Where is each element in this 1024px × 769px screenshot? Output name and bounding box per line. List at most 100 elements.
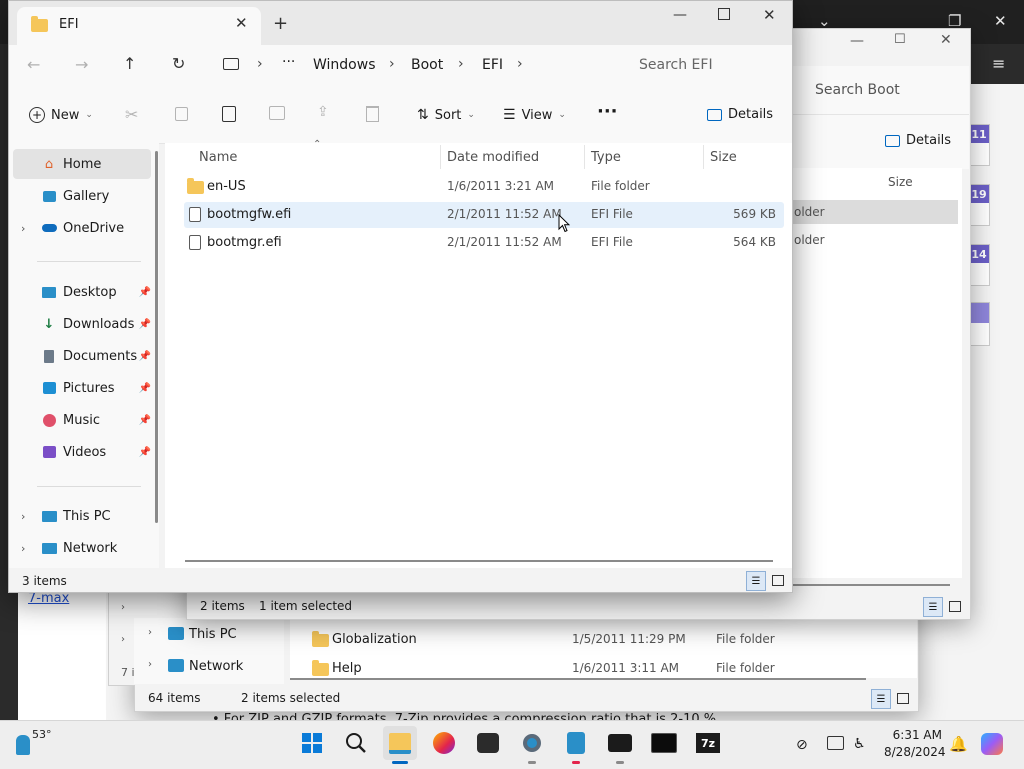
new-button[interactable]: + New ⌄ <box>29 107 93 123</box>
nav-item-this-pc[interactable]: › This PC <box>13 501 151 531</box>
taskbar-firefox[interactable] <box>427 726 461 760</box>
close-icon[interactable]: ✕ <box>994 12 1007 30</box>
back-icon[interactable]: ← <box>27 55 40 74</box>
vertical-scrollbar[interactable] <box>155 151 158 523</box>
overflow-icon[interactable]: ··· <box>282 54 295 70</box>
taskbar-notepad[interactable] <box>559 726 593 760</box>
horizontal-scrollbar[interactable] <box>290 678 866 680</box>
tiles-view-button[interactable] <box>894 689 912 707</box>
chevron-right-icon[interactable]: › <box>121 634 125 645</box>
nav-item-downloads[interactable]: ↓ Downloads 📌 <box>13 309 151 339</box>
breadcrumb-boot[interactable]: Boot <box>411 57 443 73</box>
taskbar-settings[interactable] <box>515 726 549 760</box>
file-name[interactable]: Help <box>332 661 362 676</box>
search-input[interactable]: Search EFI <box>629 49 785 83</box>
view-button[interactable]: ☰ View ⌄ <box>503 107 566 123</box>
tiles-view-button[interactable] <box>769 571 787 589</box>
table-row[interactable]: bootmgr.efi 2/1/2011 11:52 AM EFI File 5… <box>184 230 784 256</box>
column-name[interactable]: Name <box>199 150 237 165</box>
page-link[interactable]: 7-max <box>28 591 69 606</box>
accessibility-icon[interactable]: ♿ <box>853 736 866 752</box>
maximize-icon[interactable]: ☐ <box>894 32 906 47</box>
chevron-right-icon[interactable]: › <box>389 56 395 72</box>
badge: 19 <box>969 185 989 203</box>
details-pane-button[interactable]: Details <box>707 107 773 122</box>
nav-item-network[interactable]: › Network <box>13 533 151 563</box>
minimize-icon[interactable]: — <box>673 7 687 23</box>
chevron-right-icon[interactable]: › <box>21 222 25 235</box>
tab-efi[interactable]: EFI ✕ <box>17 7 261 45</box>
refresh-icon[interactable]: ↻ <box>172 54 185 73</box>
chevron-right-icon[interactable]: › <box>517 56 523 72</box>
up-icon[interactable]: ↑ <box>123 54 136 73</box>
forward-icon[interactable]: → <box>75 55 88 74</box>
nav-item-music[interactable]: Music 📌 <box>13 405 151 435</box>
breadcrumb-windows[interactable]: Windows <box>313 57 376 73</box>
file-name: en-US <box>207 179 246 194</box>
weather-temp[interactable]: 53° <box>32 728 52 741</box>
new-tab-icon[interactable]: + <box>273 13 288 34</box>
network-off-icon[interactable]: ⊘ <box>796 737 808 753</box>
taskbar-7zip[interactable]: 7z <box>691 726 725 760</box>
close-icon[interactable]: ✕ <box>940 32 952 48</box>
close-icon[interactable]: ✕ <box>763 6 776 24</box>
nav-item-gallery[interactable]: Gallery <box>13 181 151 211</box>
nav-item-videos[interactable]: Videos 📌 <box>13 437 151 467</box>
share-icon[interactable]: ⇪ <box>317 104 329 120</box>
breadcrumb-efi[interactable]: EFI <box>482 57 503 73</box>
details-view-button[interactable]: ☰ <box>923 597 943 617</box>
details-view-button[interactable]: ☰ <box>746 571 766 591</box>
column-date[interactable]: Date modified <box>447 150 539 165</box>
more-icon[interactable]: ··· <box>597 101 618 122</box>
minimize-icon[interactable]: — <box>850 33 864 49</box>
horizontal-scrollbar[interactable] <box>185 560 773 562</box>
nav-item-this-pc[interactable]: This PC <box>189 627 237 642</box>
table-row[interactable]: en-US 1/6/2011 3:21 AM File folder <box>184 174 784 200</box>
monitor-icon[interactable] <box>223 58 239 70</box>
chevron-right-icon[interactable]: › <box>21 510 25 523</box>
nav-item-pictures[interactable]: Pictures 📌 <box>13 373 151 403</box>
cut-icon[interactable]: ✂ <box>125 105 138 124</box>
bell-icon[interactable]: 🔔 <box>949 735 968 753</box>
nav-item-documents[interactable]: Documents 📌 <box>13 341 151 371</box>
chevron-right-icon[interactable]: › <box>148 659 152 670</box>
clock-date[interactable]: 8/28/2024 <box>884 745 946 759</box>
search-button[interactable] <box>339 726 373 760</box>
weather-icon[interactable] <box>16 735 30 755</box>
horizontal-scrollbar[interactable] <box>792 584 950 586</box>
column-size[interactable]: Size <box>710 150 737 165</box>
taskbar-command-prompt[interactable] <box>647 726 681 760</box>
taskbar-terminal[interactable] <box>603 726 637 760</box>
chevron-right-icon[interactable]: › <box>148 627 152 638</box>
chevron-right-icon[interactable]: › <box>458 56 464 72</box>
details-view-button[interactable]: ☰ <box>871 689 891 709</box>
delete-icon[interactable] <box>366 106 379 122</box>
clock-time[interactable]: 6:31 AM <box>886 728 942 742</box>
start-button[interactable] <box>295 726 329 760</box>
chevron-right-icon[interactable]: › <box>21 542 25 555</box>
details-pane-button[interactable]: Details <box>885 133 951 148</box>
close-tab-icon[interactable]: ✕ <box>235 14 248 32</box>
menu-icon[interactable]: ≡ <box>992 54 1005 73</box>
copy-icon[interactable] <box>175 107 188 121</box>
chevron-right-icon[interactable]: › <box>121 602 125 613</box>
column-type[interactable]: Type <box>591 150 621 165</box>
search-input[interactable]: Search Boot <box>815 82 900 98</box>
column-size[interactable]: Size <box>888 175 913 189</box>
nav-item-home[interactable]: ⌂ Home <box>13 149 151 179</box>
tiles-view-button[interactable] <box>946 597 964 615</box>
taskbar-file-explorer[interactable] <box>383 726 417 760</box>
nav-item-onedrive[interactable]: › OneDrive <box>13 213 151 243</box>
paste-icon[interactable] <box>222 106 236 122</box>
rename-icon[interactable] <box>269 106 285 120</box>
display-icon[interactable] <box>827 736 844 750</box>
file-name[interactable]: Globalization <box>332 632 417 647</box>
sort-button[interactable]: ⇅ Sort ⌄ <box>417 107 475 123</box>
taskbar-app[interactable] <box>471 726 505 760</box>
nav-item-desktop[interactable]: Desktop 📌 <box>13 277 151 307</box>
maximize-icon[interactable] <box>718 8 730 20</box>
table-row-selected[interactable]: bootmgfw.efi 2/1/2011 11:52 AM EFI File … <box>184 202 784 228</box>
nav-item-network[interactable]: Network <box>189 659 243 674</box>
copilot-icon[interactable] <box>981 733 1003 755</box>
chevron-right-icon[interactable]: › <box>257 56 263 72</box>
